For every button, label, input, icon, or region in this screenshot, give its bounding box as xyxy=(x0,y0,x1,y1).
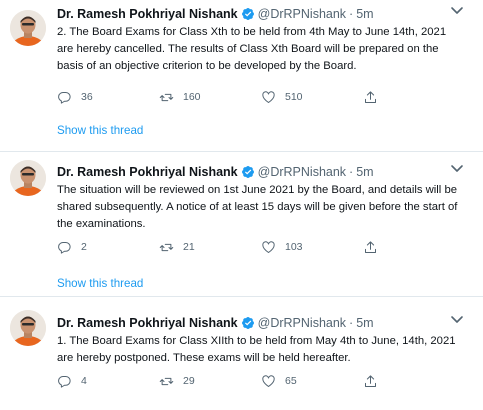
retweet-button[interactable]: 21 xyxy=(159,240,261,255)
tweet-text: 2. The Board Exams for Class Xth to be h… xyxy=(57,26,447,72)
avatar-image xyxy=(10,10,46,46)
chevron-down-icon[interactable] xyxy=(449,162,465,176)
tweet-timestamp[interactable]: 5m xyxy=(356,316,373,330)
avatar[interactable] xyxy=(10,160,46,196)
share-button[interactable] xyxy=(363,240,465,255)
header-separator: · xyxy=(349,6,354,21)
share-icon xyxy=(365,90,376,103)
tweet-header: Dr. Ramesh Pokhriyal Nishank @DrRPNishan… xyxy=(57,4,465,23)
tweet-timestamp[interactable]: 5m xyxy=(356,7,373,21)
author-handle[interactable]: @DrRPNishank xyxy=(258,316,346,330)
share-button[interactable] xyxy=(363,374,465,389)
author-name[interactable]: Dr. Ramesh Pokhriyal Nishank xyxy=(57,316,238,330)
like-button[interactable]: 65 xyxy=(261,374,363,389)
author-name[interactable]: Dr. Ramesh Pokhriyal Nishank xyxy=(57,165,238,179)
reply-count: 4 xyxy=(81,375,87,387)
reply-icon xyxy=(58,375,71,388)
chevron-down-icon[interactable] xyxy=(449,4,465,18)
verified-badge-icon xyxy=(241,165,254,178)
like-count: 103 xyxy=(285,241,303,253)
like-button[interactable]: 510 xyxy=(261,90,363,105)
reply-button[interactable]: 36 xyxy=(57,90,159,105)
reply-icon xyxy=(58,91,71,104)
tweet-actions: 36 160 510 xyxy=(57,89,465,105)
reply-icon xyxy=(58,241,71,254)
retweet-count: 160 xyxy=(183,91,201,103)
avatar[interactable] xyxy=(10,10,46,46)
header-separator: · xyxy=(349,315,354,330)
tweet-header: Dr. Ramesh Pokhriyal Nishank @DrRPNishan… xyxy=(57,313,465,332)
retweet-button[interactable]: 160 xyxy=(159,90,261,105)
reply-button[interactable]: 2 xyxy=(57,240,159,255)
tweet-2[interactable]: Dr. Ramesh Pokhriyal Nishank @DrRPNishan… xyxy=(0,152,483,294)
tweet-actions: 2 21 103 xyxy=(57,239,465,255)
avatar-image xyxy=(10,160,46,196)
retweet-count: 29 xyxy=(183,375,195,387)
like-count: 510 xyxy=(285,91,303,103)
tweet-actions: 4 29 65 xyxy=(57,373,465,389)
reply-count: 36 xyxy=(81,91,93,103)
verified-badge-icon xyxy=(241,7,254,20)
avatar[interactable] xyxy=(10,310,46,346)
retweet-icon xyxy=(159,93,174,101)
tweet-header: Dr. Ramesh Pokhriyal Nishank @DrRPNishan… xyxy=(57,162,465,181)
share-button[interactable] xyxy=(363,90,465,105)
verified-badge-icon xyxy=(241,316,254,329)
reply-count: 2 xyxy=(81,241,87,253)
reply-button[interactable]: 4 xyxy=(57,374,159,389)
like-count: 65 xyxy=(285,375,297,387)
like-icon xyxy=(262,374,275,387)
tweet-text: The situation will be reviewed on 1st Ju… xyxy=(57,184,458,230)
tweet-text: 1. The Board Exams for Class XIIth to be… xyxy=(57,335,456,364)
like-icon xyxy=(262,240,275,253)
author-name[interactable]: Dr. Ramesh Pokhriyal Nishank xyxy=(57,7,238,21)
like-button[interactable]: 103 xyxy=(261,240,363,255)
tweet-3[interactable]: Dr. Ramesh Pokhriyal Nishank @DrRPNishan… xyxy=(0,297,483,410)
share-icon xyxy=(365,240,376,253)
retweet-count: 21 xyxy=(183,241,195,253)
retweet-icon xyxy=(159,377,174,385)
author-handle[interactable]: @DrRPNishank xyxy=(258,165,346,179)
tweet-1[interactable]: Dr. Ramesh Pokhriyal Nishank @DrRPNishan… xyxy=(0,0,483,150)
like-icon xyxy=(262,90,275,103)
chevron-down-icon[interactable] xyxy=(449,313,465,327)
retweet-icon xyxy=(159,243,174,251)
show-thread-link[interactable]: Show this thread xyxy=(57,277,143,290)
tweet-timestamp[interactable]: 5m xyxy=(356,165,373,179)
show-thread-link[interactable]: Show this thread xyxy=(57,124,143,137)
retweet-button[interactable]: 29 xyxy=(159,374,261,389)
author-handle[interactable]: @DrRPNishank xyxy=(258,7,346,21)
header-separator: · xyxy=(349,164,354,179)
avatar-image xyxy=(10,310,46,346)
share-icon xyxy=(365,374,376,387)
